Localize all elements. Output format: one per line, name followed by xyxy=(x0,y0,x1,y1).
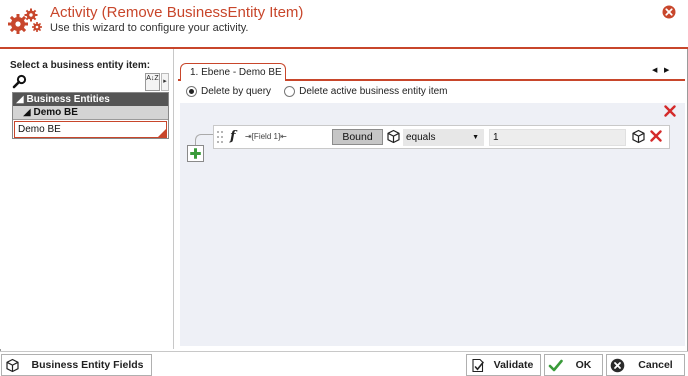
tree-item-demo-be[interactable]: Demo BE xyxy=(14,121,167,138)
search-icon[interactable] xyxy=(12,74,27,89)
gears-icon xyxy=(8,8,42,34)
tab-prev-icon[interactable]: ◀ xyxy=(652,66,657,74)
radio-delete-by-query[interactable] xyxy=(186,85,197,97)
value-input[interactable]: 1 xyxy=(489,129,626,146)
cube-icon[interactable] xyxy=(386,129,401,144)
tree-item-label: Demo BE xyxy=(18,124,61,135)
validate-label: Validate xyxy=(493,359,534,371)
query-builder-area: f ⇥[Field 1]⇤ Bound equals ▼ 1 xyxy=(180,103,685,346)
sort-arrow-button[interactable]: ▸ xyxy=(161,73,169,91)
entity-selector-panel: Select a business entity item: A↓Z ▸ ◢ B… xyxy=(0,49,174,349)
business-entity-fields-label: Business Entity Fields xyxy=(31,359,144,371)
entity-selector-label: Select a business entity item: xyxy=(10,60,151,71)
query-panel: 1. Ebene - Demo BE ◀ ▶ Delete by query D… xyxy=(178,57,685,347)
check-icon xyxy=(548,359,563,372)
validate-button[interactable]: Validate xyxy=(466,354,541,376)
tree-node-label: Demo BE xyxy=(33,107,78,118)
condition-connector xyxy=(195,134,213,145)
ok-button[interactable]: OK xyxy=(544,354,603,376)
dialog-subtitle: Use this wizard to configure your activi… xyxy=(50,22,249,34)
radio-delete-active-item[interactable] xyxy=(284,85,296,97)
radio-delete-by-query-label: Delete by query xyxy=(201,85,272,97)
bound-button[interactable]: Bound xyxy=(332,129,383,145)
tree-node-demo-be[interactable]: ◢ Demo BE xyxy=(13,106,168,120)
dialog-title: Activity (Remove BusinessEntity Item) xyxy=(50,4,304,21)
remove-query-icon[interactable] xyxy=(664,105,676,117)
business-entity-fields-button[interactable]: Business Entity Fields xyxy=(1,354,152,376)
dialog-header: Activity (Remove BusinessEntity Item) Us… xyxy=(0,0,688,49)
cube-icon xyxy=(6,358,19,373)
condition-row: f ⇥[Field 1]⇤ Bound equals ▼ 1 xyxy=(213,125,670,149)
field-chip[interactable]: ⇥[Field 1]⇤ xyxy=(245,132,287,141)
cube-icon[interactable] xyxy=(631,129,646,144)
remove-condition-icon[interactable] xyxy=(650,130,662,142)
dialog-footer: Business Entity Fields Validate OK Cance… xyxy=(0,351,688,376)
cancel-label: Cancel xyxy=(638,359,673,371)
selection-corner-flag xyxy=(158,129,166,137)
drag-handle-icon[interactable] xyxy=(217,131,223,143)
add-condition-icon[interactable] xyxy=(187,145,204,162)
radio-delete-active-item-label: Delete active business entity item xyxy=(299,85,448,97)
sort-az-icon[interactable]: A↓Z xyxy=(145,73,160,91)
operator-value: equals xyxy=(406,132,436,143)
function-icon[interactable]: f xyxy=(230,129,236,144)
tree-root-label: Business Entities xyxy=(26,94,110,105)
cancel-icon xyxy=(610,358,625,373)
tree-root-business-entities[interactable]: ◢ Business Entities xyxy=(13,93,168,106)
cancel-button[interactable]: Cancel xyxy=(606,354,685,376)
close-icon[interactable] xyxy=(662,5,676,19)
tab-bar: 1. Ebene - Demo BE ◀ ▶ xyxy=(178,57,685,81)
delete-mode-options: Delete by query Delete active business e… xyxy=(186,85,458,99)
ok-label: OK xyxy=(575,359,592,371)
tab-ebene-demo-be[interactable]: 1. Ebene - Demo BE xyxy=(180,63,286,81)
operator-select[interactable]: equals ▼ xyxy=(403,129,484,146)
entity-tree: ◢ Business Entities ◢ Demo BE Demo BE xyxy=(12,92,169,139)
chevron-down-icon: ▼ xyxy=(472,134,479,141)
validate-icon xyxy=(472,358,484,373)
tab-next-icon[interactable]: ▶ xyxy=(664,66,669,74)
